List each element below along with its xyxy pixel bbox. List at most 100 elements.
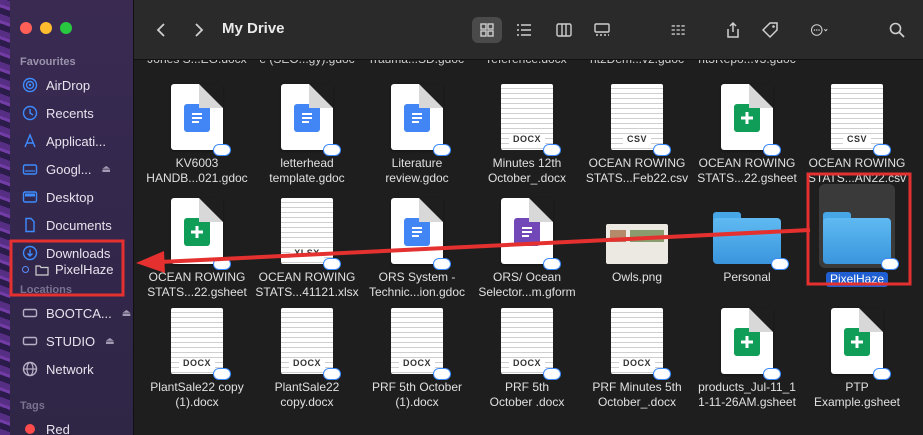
file-name: PRF Minutes 5th October_.docx bbox=[582, 380, 692, 410]
sidebar-item-bootcamp[interactable]: BOOTCA... ⏏ bbox=[22, 300, 132, 326]
file-name-partial[interactable]: e (SEO...gy).gdoc bbox=[252, 60, 362, 66]
group-button[interactable] bbox=[664, 17, 694, 43]
file-name-line: PRF 5th bbox=[504, 380, 549, 394]
file-item[interactable]: ORS/ Ocean Selector...m.gform bbox=[472, 184, 582, 300]
file-name: Minutes 12th October_.docx bbox=[472, 156, 582, 186]
google-sheets-icon bbox=[184, 218, 210, 246]
file-item[interactable]: OCEAN ROWING STATS...22.gsheet bbox=[692, 70, 802, 186]
image-thumbnail bbox=[606, 224, 668, 264]
drag-ghost: PixelHaze bbox=[22, 262, 114, 277]
cloud-icon bbox=[323, 144, 341, 156]
file-item[interactable]: XLSX OCEAN ROWING STATS...41121.xlsx bbox=[252, 184, 362, 300]
gallery-view-button[interactable] bbox=[590, 17, 614, 43]
columns-icon bbox=[556, 23, 572, 37]
file-name-partial[interactable]: rrauma...SD.gdoc bbox=[362, 60, 472, 66]
sidebar-item-tag-red[interactable]: Red bbox=[22, 416, 132, 435]
cloud-icon bbox=[323, 258, 341, 270]
more-actions-button[interactable] bbox=[804, 17, 834, 43]
icon-view-button[interactable] bbox=[472, 17, 502, 43]
eject-icon[interactable]: ⏏ bbox=[105, 336, 114, 347]
cloud-icon bbox=[433, 258, 451, 270]
back-button[interactable] bbox=[152, 17, 172, 43]
sidebar-item-recents[interactable]: Recents bbox=[22, 100, 132, 126]
file-name-line: OCEAN ROWING bbox=[258, 270, 356, 284]
list-view-button[interactable] bbox=[512, 17, 536, 43]
file-name-partial[interactable]: nt2Dem...v2.gdoc bbox=[582, 60, 692, 66]
file-type-badge: DOCX bbox=[508, 134, 546, 144]
eject-icon[interactable]: ⏏ bbox=[122, 308, 131, 319]
minimize-window-button[interactable] bbox=[40, 22, 52, 34]
file-name-line: PRF Minutes 5th bbox=[592, 380, 682, 394]
file-item[interactable]: DOCX PlantSale22 copy (1).docx bbox=[142, 294, 252, 410]
file-item[interactable]: DOCX Minutes 12th October_.docx bbox=[472, 70, 582, 186]
file-item[interactable]: DOCX PRF 5th October (1).docx bbox=[362, 294, 472, 410]
sidebar-item-label: Googl... bbox=[46, 161, 92, 177]
cloud-icon bbox=[543, 368, 561, 380]
file-grid: Jones S...EG.docxe (SEO...gy).gdocrrauma… bbox=[134, 60, 923, 435]
sidebar-item-documents[interactable]: Documents bbox=[22, 212, 132, 238]
file-name-line: (1).docx bbox=[175, 395, 219, 409]
cloud-icon bbox=[213, 368, 231, 380]
file-item[interactable]: PixelHaze bbox=[802, 184, 912, 287]
cloud-icon bbox=[433, 368, 451, 380]
file-type-badge: DOCX bbox=[508, 358, 546, 368]
search-button[interactable] bbox=[886, 17, 908, 43]
file-item[interactable]: PTP Example.gsheet bbox=[802, 294, 912, 410]
file-item[interactable]: Literature review.gdoc bbox=[362, 70, 472, 186]
window-controls bbox=[20, 22, 72, 34]
sidebar-item-label: Network bbox=[46, 361, 94, 377]
cloud-icon bbox=[543, 144, 561, 156]
file-item[interactable]: CSV OCEAN ROWING STATS...AN22.csv bbox=[802, 70, 912, 186]
document-thumbnail: DOCX bbox=[171, 308, 231, 380]
file-name: letterhead template.gdoc bbox=[252, 156, 362, 186]
document-thumbnail bbox=[281, 84, 341, 156]
column-view-button[interactable] bbox=[552, 17, 576, 43]
file-name-line: OCEAN ROWING bbox=[808, 156, 906, 170]
file-name-partial[interactable]: Jones S...EG.docx bbox=[142, 60, 252, 66]
file-name-line: Minutes 12th bbox=[492, 156, 562, 170]
sidebar-item-google-drive[interactable]: Googl... ⏏ bbox=[22, 156, 132, 182]
file-type-badge: CSV bbox=[842, 134, 872, 144]
document-thumbnail bbox=[171, 198, 231, 270]
file-item[interactable]: ORS System - Technic...ion.gdoc bbox=[362, 184, 472, 300]
file-item[interactable]: CSV OCEAN ROWING STATS...Feb22.csv bbox=[582, 70, 692, 186]
tags-button[interactable] bbox=[758, 17, 782, 43]
tags-heading: Tags bbox=[20, 400, 45, 412]
ellipsis-circle-icon bbox=[810, 24, 828, 36]
file-item[interactable]: DOCX PRF 5th October .docx bbox=[472, 294, 582, 410]
file-name-line: Owls.png bbox=[611, 270, 663, 284]
maximize-window-button[interactable] bbox=[60, 22, 72, 34]
share-button[interactable] bbox=[722, 17, 744, 43]
close-window-button[interactable] bbox=[20, 22, 32, 34]
file-item[interactable]: Owls.png bbox=[582, 184, 692, 285]
file-item[interactable]: letterhead template.gdoc bbox=[252, 70, 362, 186]
sidebar-item-applications[interactable]: Applicati... bbox=[22, 128, 132, 154]
file-name: PlantSale22 copy.docx bbox=[252, 380, 362, 410]
google-docs-icon bbox=[404, 104, 430, 132]
file-item[interactable]: DOCX PlantSale22 copy.docx bbox=[252, 294, 362, 410]
file-item[interactable]: DOCX PRF Minutes 5th October_.docx bbox=[582, 294, 692, 410]
file-name: PixelHaze bbox=[802, 270, 912, 287]
file-name-partial[interactable]: nt3Repo...v3.gdoc bbox=[692, 60, 802, 66]
sidebar: Favourites AirDrop Recents Applicati... … bbox=[0, 0, 134, 435]
file-type-badge: DOCX bbox=[178, 358, 216, 368]
locations-heading: Locations bbox=[20, 284, 72, 296]
file-item[interactable]: OCEAN ROWING STATS...22.gsheet bbox=[142, 184, 252, 300]
document-icon bbox=[22, 217, 38, 233]
file-name-partial[interactable]: reference.docx bbox=[472, 60, 582, 66]
file-item[interactable]: Personal bbox=[692, 184, 802, 285]
drag-ghost-label: PixelHaze bbox=[55, 262, 114, 277]
file-item[interactable]: products_Jul-11_1 1-11-26AM.gsheet bbox=[692, 294, 802, 410]
google-sheets-icon bbox=[734, 104, 760, 132]
file-type-badge: DOCX bbox=[618, 358, 656, 368]
sidebar-item-network[interactable]: Network bbox=[22, 356, 132, 382]
file-name: PRF 5th October .docx bbox=[472, 380, 582, 410]
forward-button[interactable] bbox=[188, 17, 208, 43]
file-name-line: October_.docx bbox=[597, 395, 677, 409]
sidebar-item-airdrop[interactable]: AirDrop bbox=[22, 72, 132, 98]
sidebar-item-studio[interactable]: STUDIO ⏏ bbox=[22, 328, 132, 354]
file-item[interactable]: KV6003 HANDB...021.gdoc bbox=[142, 70, 252, 186]
eject-icon[interactable]: ⏏ bbox=[102, 164, 111, 175]
file-name-line: ORS System - bbox=[378, 270, 456, 284]
sidebar-item-desktop[interactable]: Desktop bbox=[22, 184, 132, 210]
